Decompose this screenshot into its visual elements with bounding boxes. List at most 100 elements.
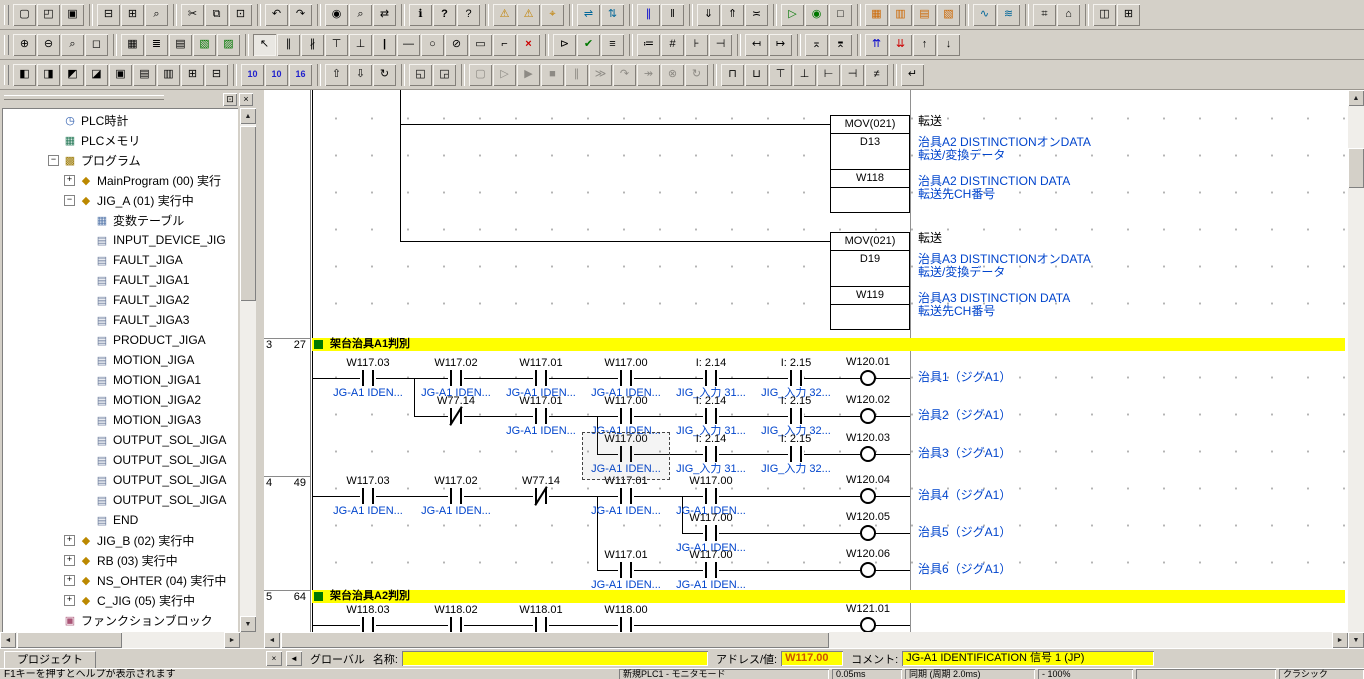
contact[interactable]	[703, 487, 719, 505]
scroll-right-button[interactable]: ►	[1332, 632, 1348, 648]
show-project-window-button[interactable]: ◧	[13, 64, 36, 86]
output-window-button[interactable]: ⊞	[1117, 4, 1140, 26]
set-value-button[interactable]: #	[661, 34, 684, 56]
name-input[interactable]	[402, 651, 708, 666]
show-output-window-button[interactable]: ◨	[37, 64, 60, 86]
indent-left-button[interactable]: ↤	[745, 34, 768, 56]
contact[interactable]	[703, 561, 719, 579]
contact[interactable]	[448, 487, 464, 505]
titlebar-grip[interactable]	[4, 95, 164, 100]
paste-button[interactable]: ⊡	[229, 4, 252, 26]
step-over-button[interactable]: ↷	[613, 64, 636, 86]
contact[interactable]	[360, 487, 376, 505]
workspace-titlebar[interactable]: ⊡ ×	[0, 90, 256, 108]
reset-bit-button[interactable]: ⊥	[793, 64, 816, 86]
tree-item[interactable]: ▤OUTPUT_SOL_JIGA	[2, 490, 238, 510]
close-panel-button[interactable]: ×	[239, 93, 253, 106]
contact[interactable]	[703, 445, 719, 463]
tree-item[interactable]: +◆JIG_B (02) 実行中	[2, 530, 238, 550]
next-difference-button[interactable]: ⇊	[889, 34, 912, 56]
tree-item[interactable]: ▤OUTPUT_SOL_JIGA	[2, 470, 238, 490]
panel-splitter[interactable]	[256, 90, 264, 648]
print-button[interactable]: ⊞	[121, 4, 144, 26]
tree-item[interactable]: ▤PRODUCT_JIGA	[2, 330, 238, 350]
contact[interactable]	[448, 616, 464, 632]
new-contact-button[interactable]: ∥	[277, 34, 300, 56]
show-symbol-bar-button[interactable]: ▤	[169, 34, 192, 56]
undo-button[interactable]: ↶	[265, 4, 288, 26]
browse-function-blocks-button[interactable]: ⊳	[553, 34, 576, 56]
tree-item[interactable]: ▦変数テーブル	[2, 210, 238, 230]
force-cancel-button[interactable]: ≠	[865, 64, 888, 86]
monitoring-button[interactable]: ▢	[469, 64, 492, 86]
plc-settings-button[interactable]: ▤	[913, 4, 936, 26]
tree-item[interactable]: ▤OUTPUT_SOL_JIGA	[2, 450, 238, 470]
instruction-block[interactable]: MOV(021)D13W118	[830, 115, 910, 213]
force-set-button[interactable]: ⊢	[817, 64, 840, 86]
contact[interactable]	[448, 369, 464, 387]
scrollbar-thumb[interactable]	[281, 632, 829, 648]
memory-card-button[interactable]: ▧	[937, 4, 960, 26]
contact[interactable]	[533, 616, 549, 632]
plc-memory-button[interactable]: ▦	[865, 4, 888, 26]
new-horizontal-line-button[interactable]: —	[397, 34, 420, 56]
zoom-to-fit-button[interactable]: ⌕	[61, 34, 84, 56]
expand-icon[interactable]: +	[64, 575, 75, 586]
force-reset-button[interactable]: ⊣	[841, 64, 864, 86]
tree-item[interactable]: ▤FAULT_JIGA	[2, 250, 238, 270]
output-coil[interactable]	[860, 408, 876, 424]
new-vertical-line-button[interactable]: |	[373, 34, 396, 56]
scrollbar-thumb[interactable]	[1348, 148, 1364, 188]
replace-button[interactable]: ⇄	[373, 4, 396, 26]
print-preview-button[interactable]: ⌕	[145, 4, 168, 26]
tree-vertical-scrollbar[interactable]: ▲ ▼	[240, 108, 256, 632]
step-run-button[interactable]: ≫	[589, 64, 612, 86]
tree-item[interactable]: ▤MOTION_JIGA1	[2, 370, 238, 390]
watch-window-button[interactable]: ◫	[1093, 4, 1116, 26]
tree-item[interactable]: ▤FAULT_JIGA2	[2, 290, 238, 310]
contact[interactable]	[618, 616, 634, 632]
float-panel-button[interactable]: ⊡	[223, 93, 237, 106]
expand-icon[interactable]: +	[64, 535, 75, 546]
close-reference-bar-button[interactable]: ×	[266, 651, 282, 666]
tree-item[interactable]: +◆RB (03) 実行中	[2, 550, 238, 570]
scroll-left-button[interactable]: ◄	[264, 632, 280, 648]
contact[interactable]	[618, 369, 634, 387]
scroll-up-button[interactable]: ▲	[240, 108, 256, 124]
force-on-button[interactable]: ⊦	[685, 34, 708, 56]
instruction-block[interactable]: MOV(021)D19W119	[830, 232, 910, 330]
page-setup-button[interactable]: ⊟	[97, 4, 120, 26]
select-tool-button[interactable]: ↖	[253, 34, 276, 56]
tab-project[interactable]: プロジェクト	[4, 651, 96, 669]
search-visual-button[interactable]: ◉	[325, 4, 348, 26]
set-bit-button[interactable]: ⊤	[769, 64, 792, 86]
align-top-button[interactable]: ⌅	[805, 34, 828, 56]
show-address-reference-tool-button[interactable]: ⊟	[205, 64, 228, 86]
pause-simulation-button[interactable]: ∥	[565, 64, 588, 86]
contact[interactable]	[618, 487, 634, 505]
monitor-in-hex-button[interactable]: ▷	[493, 64, 516, 86]
find-button[interactable]: ⌕	[349, 4, 372, 26]
output-coil[interactable]	[860, 488, 876, 504]
closed-contact[interactable]	[533, 487, 549, 505]
contact[interactable]	[533, 369, 549, 387]
upload-from-plc-button[interactable]: ⇑	[721, 4, 744, 26]
scrollbar-thumb[interactable]	[17, 632, 122, 648]
tree-item[interactable]: ◷PLC時計	[2, 110, 238, 130]
return-key-button[interactable]: ↵	[901, 64, 924, 86]
pause-monitor-button[interactable]: ∥	[637, 4, 660, 26]
tree-item[interactable]: +◆C_JIG (05) 実行中	[2, 590, 238, 610]
transfer-up-button[interactable]: ⇧	[325, 64, 348, 86]
context-help-button[interactable]: ?	[457, 4, 480, 26]
time-chart-button[interactable]: ≋	[997, 4, 1020, 26]
pause-button[interactable]: ‖	[661, 4, 684, 26]
insert-rung-below-button[interactable]: ▨	[217, 34, 240, 56]
monitor-mode-button[interactable]: ◉	[805, 4, 828, 26]
show-cross-reference-button[interactable]: ◪	[85, 64, 108, 86]
verify-program-button[interactable]: ✔	[577, 34, 600, 56]
contact[interactable]	[703, 407, 719, 425]
cut-button[interactable]: ✂	[181, 4, 204, 26]
about-button[interactable]: ℹ	[409, 4, 432, 26]
tree-item[interactable]: −▩プログラム	[2, 150, 238, 170]
new-file-button[interactable]: ▢	[13, 4, 36, 26]
